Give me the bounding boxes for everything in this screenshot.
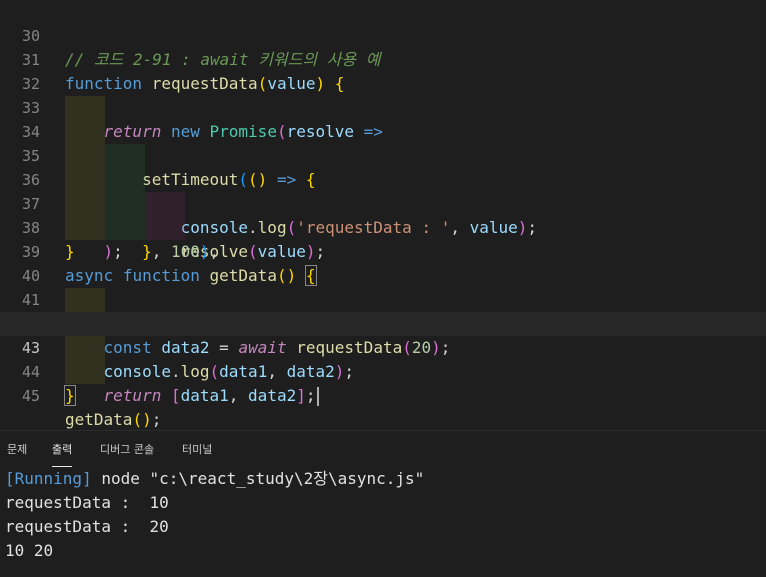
- line-number: 45: [21, 387, 40, 405]
- code-line[interactable]: 41 const data2 = await requestData(20);: [0, 264, 766, 357]
- code-line[interactable]: 44 }: [0, 336, 766, 406]
- tab-terminal[interactable]: 터미널: [182, 431, 212, 467]
- text-cursor: [316, 387, 319, 406]
- code-line[interactable]: 31 function requestData(value) {: [0, 24, 766, 93]
- code-line[interactable]: 40 const data1 = await requestData(10);: [0, 240, 766, 333]
- code-line[interactable]: 36 }, 100),: [0, 144, 766, 261]
- running-tag: [Running]: [5, 469, 92, 488]
- output-line: requestData : 10: [5, 493, 169, 512]
- code-line[interactable]: 30 // 코드 2-91 : await 키워드의 사용 예: [0, 0, 766, 69]
- run-command: node "c:\react_study\2장\async.js": [91, 469, 425, 488]
- code-line[interactable]: 32 return new Promise(resolve =>: [0, 48, 766, 141]
- tab-output[interactable]: 출력: [52, 431, 73, 467]
- code-line[interactable]: 39 async function getData() {: [0, 216, 766, 286]
- panel-tabs: 문제 출력 디버그 콘솔 터미널: [0, 431, 766, 467]
- code-editor[interactable]: 30 // 코드 2-91 : await 키워드의 사용 예 31 funct…: [0, 0, 766, 430]
- output-running-line: [Running] node "c:\react_study\2장\async.…: [5, 467, 424, 491]
- output-line: requestData : 20: [5, 517, 169, 536]
- tab-problems[interactable]: 문제: [7, 431, 27, 467]
- code-line[interactable]: 37 );: [0, 168, 766, 261]
- code-line[interactable]: 34 console.log('requestData : ', value);: [0, 96, 766, 237]
- code-line[interactable]: 42 console.log(data1, data2);: [0, 288, 766, 381]
- code-line[interactable]: 35 resolve(value);: [0, 120, 766, 261]
- output-line: 10 20: [5, 541, 54, 560]
- bottom-panel: 문제 출력 디버그 콘솔 터미널 [Running] node "c:\reac…: [0, 430, 766, 577]
- tab-debug-console[interactable]: 디버그 콘솔: [100, 431, 154, 467]
- code-line[interactable]: 38 }: [0, 192, 766, 261]
- code-line[interactable]: 33 setTimeout(() => {: [0, 72, 766, 189]
- code-line-current[interactable]: 43 return [data1, data2];: [0, 312, 766, 406]
- code-line[interactable]: 45 getData();: [0, 360, 766, 429]
